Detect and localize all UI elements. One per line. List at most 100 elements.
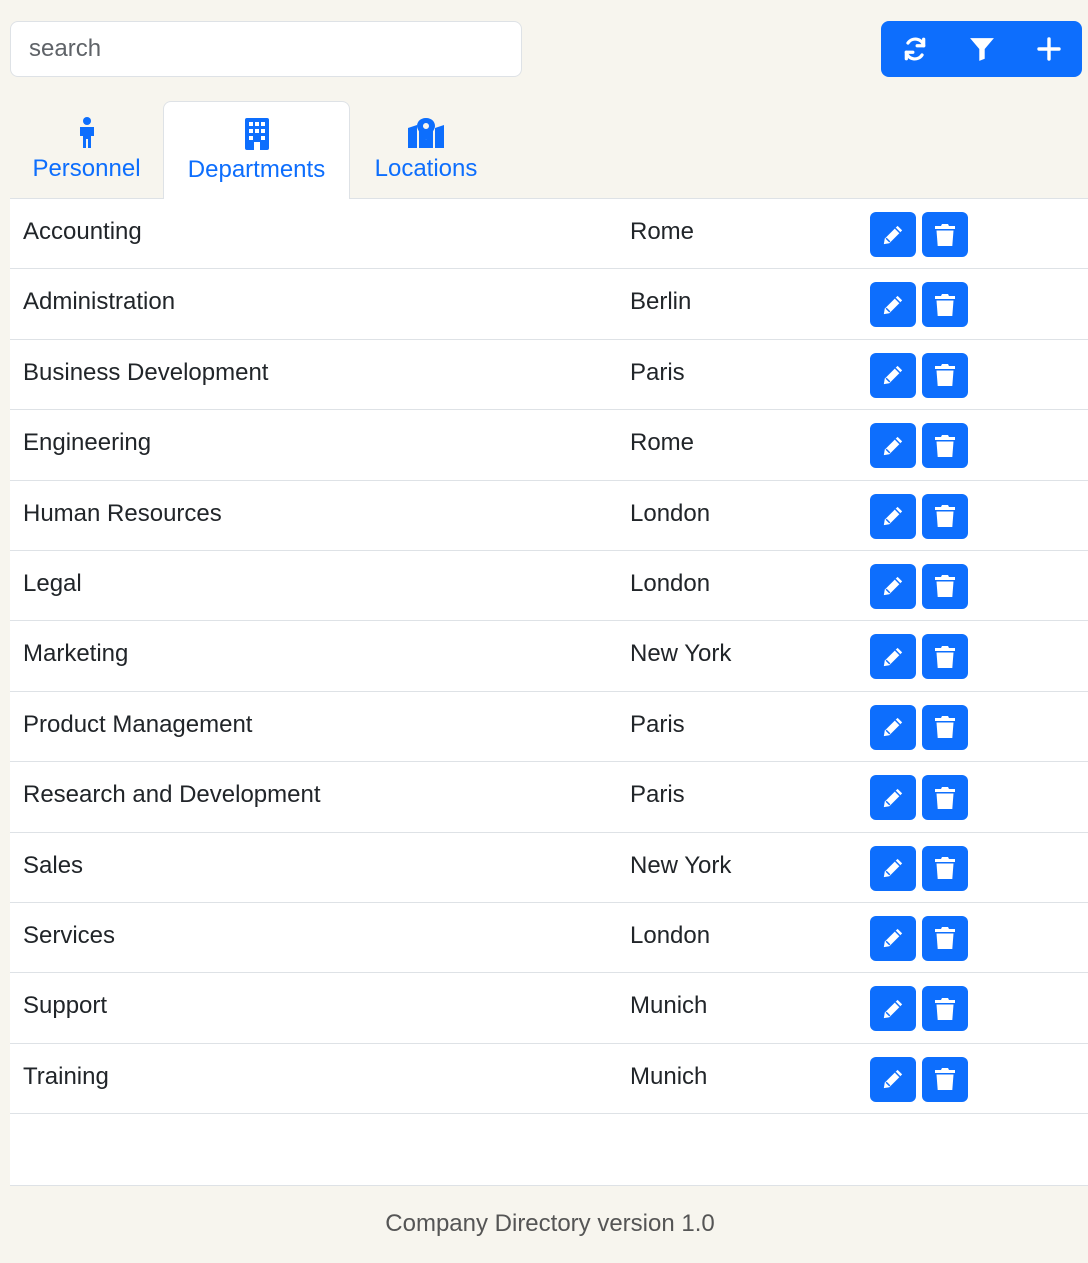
department-location: Paris	[630, 358, 685, 386]
pencil-icon	[883, 788, 903, 807]
table-row: Support Munich	[10, 973, 1088, 1044]
department-location: New York	[630, 851, 732, 879]
refresh-button[interactable]	[881, 21, 948, 77]
trash-icon	[935, 1068, 955, 1091]
department-name: Legal	[23, 569, 82, 597]
tab-label: Departments	[187, 156, 326, 183]
tab-departments[interactable]: Departments	[163, 101, 350, 200]
trash-icon	[935, 293, 955, 316]
pencil-icon	[883, 858, 903, 878]
department-location: Munich	[630, 1062, 708, 1090]
table-row: Research and Development Paris	[10, 762, 1088, 833]
delete-button[interactable]	[922, 563, 968, 609]
department-location: London	[630, 569, 711, 597]
pencil-icon	[883, 1070, 903, 1089]
department-name: Business Development	[23, 358, 269, 386]
trash-icon	[935, 575, 955, 598]
table-row: Services London	[10, 903, 1088, 974]
delete-button[interactable]	[922, 352, 968, 398]
delete-button[interactable]	[922, 282, 968, 328]
trash-icon	[935, 786, 955, 809]
department-name: Marketing	[23, 640, 129, 668]
pencil-icon	[883, 295, 903, 315]
trash-icon	[935, 927, 955, 950]
department-name: Product Management	[23, 710, 253, 738]
edit-button[interactable]	[870, 212, 916, 257]
tab-label: Personnel	[32, 155, 141, 182]
refresh-icon	[904, 37, 925, 61]
edit-button[interactable]	[870, 1056, 916, 1102]
trash-icon	[935, 645, 955, 668]
pencil-icon	[883, 929, 903, 948]
toolbar-button-group	[881, 21, 1082, 77]
tab-bar: Personnel Departments Locations	[10, 101, 1088, 200]
department-name: Support	[23, 992, 108, 1020]
pencil-icon	[883, 647, 903, 667]
plus-icon	[1036, 37, 1061, 61]
tab-label: Locations	[374, 155, 478, 182]
edit-button[interactable]	[870, 704, 916, 750]
delete-button[interactable]	[922, 775, 968, 821]
department-location: Berlin	[630, 288, 692, 316]
table-row: Product Management Paris	[10, 692, 1088, 763]
trash-icon	[935, 505, 955, 528]
delete-button[interactable]	[922, 915, 968, 961]
department-name: Training	[23, 1062, 109, 1090]
footer-text: Company Directory version 1.0	[385, 1210, 715, 1237]
delete-button[interactable]	[922, 1056, 968, 1102]
department-name: Sales	[23, 851, 84, 879]
delete-button[interactable]	[922, 634, 968, 680]
building-icon	[244, 118, 269, 150]
delete-button[interactable]	[922, 493, 968, 539]
department-name: Human Resources	[23, 499, 222, 527]
pencil-icon	[883, 718, 903, 737]
edit-button[interactable]	[870, 423, 916, 469]
table-row: Accounting Rome	[10, 199, 1088, 270]
tab-personnel[interactable]: Personnel	[10, 101, 163, 199]
edit-button[interactable]	[870, 915, 916, 961]
department-name: Administration	[23, 288, 176, 316]
pencil-icon	[883, 366, 903, 385]
department-location: London	[630, 921, 711, 949]
delete-button[interactable]	[922, 212, 968, 257]
department-name: Engineering	[23, 429, 152, 457]
pencil-icon	[883, 225, 903, 244]
trash-icon	[935, 857, 955, 880]
table-row: Engineering Rome	[10, 410, 1088, 481]
delete-button[interactable]	[922, 986, 968, 1032]
department-name: Accounting	[23, 218, 142, 245]
departments-table: Accounting Rome Administration Berlin Bu…	[10, 199, 1088, 1186]
department-location: New York	[630, 640, 732, 668]
trash-icon	[935, 364, 955, 387]
pencil-icon	[883, 436, 903, 455]
tab-locations[interactable]: Locations	[350, 101, 502, 199]
trash-icon	[935, 997, 955, 1020]
search-input[interactable]	[10, 21, 522, 77]
add-button[interactable]	[1015, 21, 1082, 77]
delete-button[interactable]	[922, 423, 968, 469]
table-row: Sales New York	[10, 833, 1088, 903]
trash-icon	[935, 434, 955, 457]
department-name: Research and Development	[23, 781, 321, 809]
table-row: Legal London	[10, 551, 1088, 622]
department-name: Services	[23, 921, 116, 949]
edit-button[interactable]	[870, 845, 916, 891]
pencil-icon	[883, 506, 903, 526]
delete-button[interactable]	[922, 704, 968, 750]
department-location: Munich	[630, 992, 708, 1020]
edit-button[interactable]	[870, 563, 916, 609]
edit-button[interactable]	[870, 986, 916, 1032]
edit-button[interactable]	[870, 775, 916, 821]
delete-button[interactable]	[922, 845, 968, 891]
edit-button[interactable]	[870, 493, 916, 539]
edit-button[interactable]	[870, 352, 916, 398]
map-location-icon	[408, 117, 444, 149]
table-row: Human Resources London	[10, 481, 1088, 551]
department-location: Rome	[630, 429, 695, 457]
edit-button[interactable]	[870, 634, 916, 680]
filter-icon	[969, 38, 994, 61]
filter-button[interactable]	[948, 21, 1015, 77]
table-row: Training Munich	[10, 1044, 1088, 1115]
edit-button[interactable]	[870, 282, 916, 328]
department-location: Rome	[630, 218, 695, 245]
